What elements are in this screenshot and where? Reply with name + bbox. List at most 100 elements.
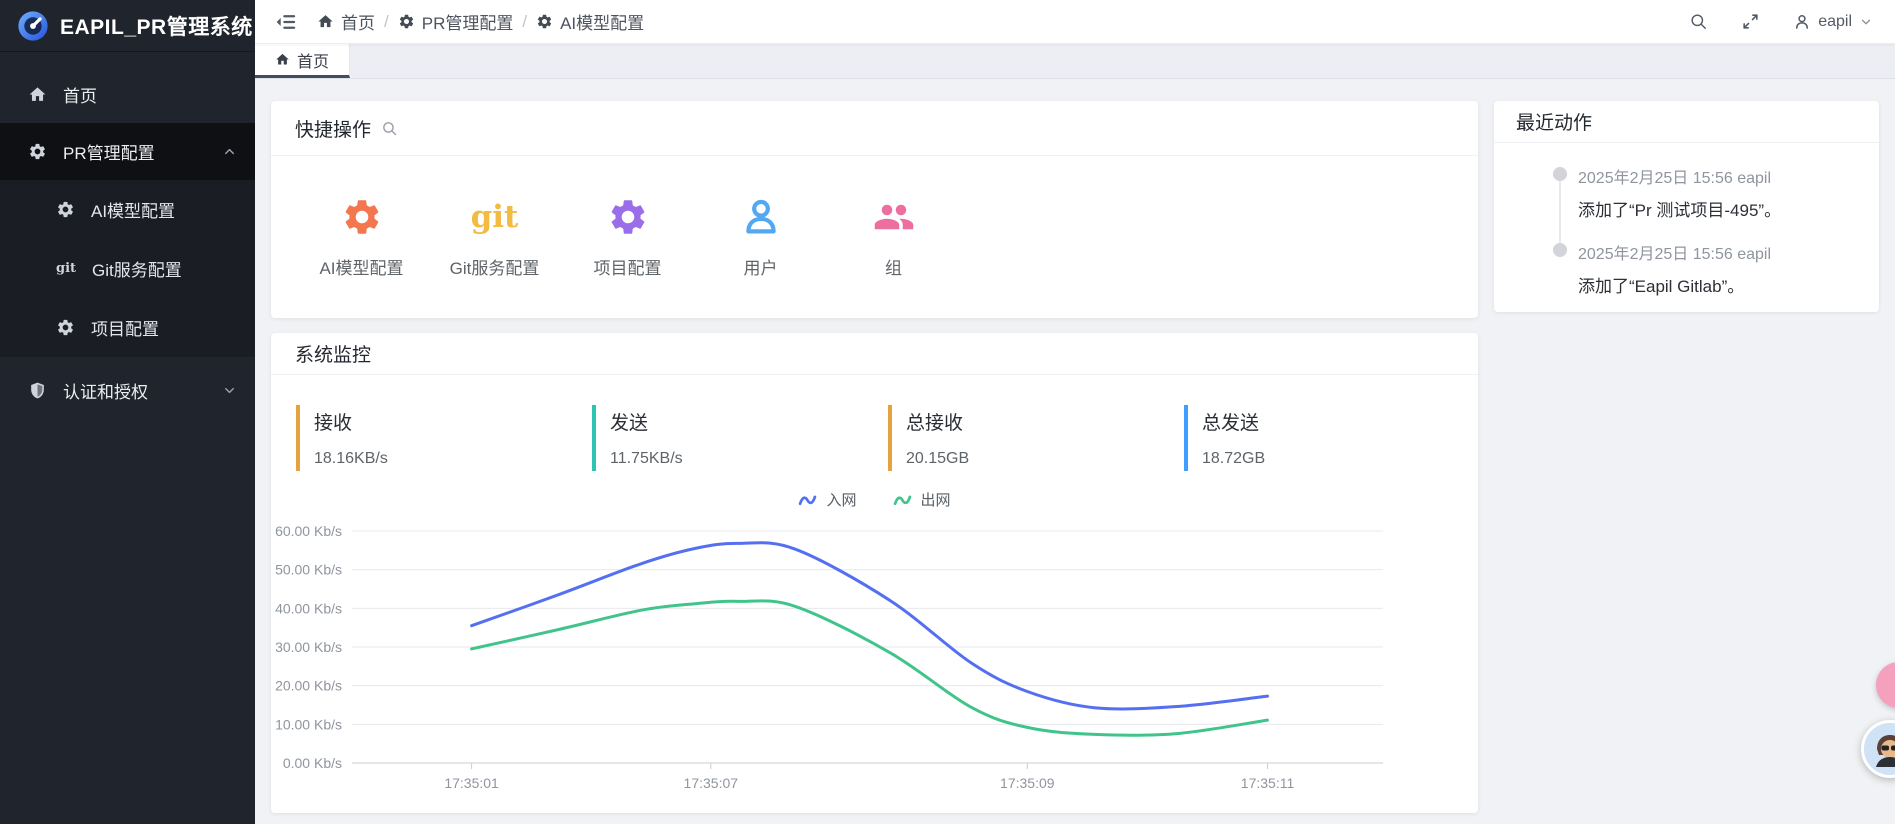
right-column: 最近动作 2025年2月25日 15:56 eapil 添加了“Pr 测试项目-… — [1494, 101, 1879, 312]
timeline-timestamp: 2025年2月25日 15:56 eapil — [1578, 240, 1879, 264]
user-name: eapil — [1818, 13, 1852, 31]
tab-home[interactable]: 首页 — [255, 44, 350, 78]
monitor-stats-row: 接收 18.16KB/s 发送 11.75KB/s 总接收 20.15GB — [271, 405, 1478, 471]
svg-text:17:35:09: 17:35:09 — [1000, 775, 1055, 791]
gear-icon — [339, 194, 385, 240]
recent-actions-timeline: 2025年2月25日 15:56 eapil 添加了“Pr 测试项目-495”。… — [1494, 143, 1879, 297]
sidebar-item-pr-config[interactable]: PR管理配置 — [0, 123, 255, 180]
sidebar-submenu-pr-config: AI模型配置 git Git服务配置 项目配置 — [0, 180, 255, 357]
sidebar-item-git-service-config[interactable]: git Git服务配置 — [0, 239, 255, 298]
quick-action-label: 用户 — [744, 254, 778, 279]
stat-label: 接收 — [314, 408, 592, 435]
chart-legend: 入网 出网 — [271, 489, 1478, 510]
gear-icon — [28, 142, 47, 161]
chevron-down-icon — [1859, 15, 1873, 29]
breadcrumb: 首页 / PR管理配置 / AI模型配置 — [317, 9, 644, 34]
legend-item-outbound[interactable]: 出网 — [893, 489, 951, 510]
svg-text:60.00 Kb/s: 60.00 Kb/s — [275, 523, 342, 539]
sidebar-item-project-config[interactable]: 项目配置 — [0, 298, 255, 357]
svg-text:17:35:01: 17:35:01 — [444, 775, 499, 791]
sidebar-item-label: 认证和授权 — [63, 378, 148, 403]
breadcrumb-separator: / — [384, 12, 389, 32]
sidebar-item-home[interactable]: 首页 — [0, 66, 255, 123]
stat-value: 20.15GB — [906, 450, 1184, 468]
sidebar-fold-icon[interactable] — [275, 10, 299, 34]
user-icon — [1793, 13, 1811, 31]
timeline-action-text: 添加了“Eapil Gitlab”。 — [1578, 272, 1879, 297]
quick-action-label: 组 — [885, 254, 902, 279]
timeline-dot-icon — [1553, 243, 1567, 257]
tabbar: 首页 — [255, 44, 1895, 79]
stat-send: 发送 11.75KB/s — [592, 405, 888, 471]
quick-action-project-config[interactable]: 项目配置 — [561, 194, 694, 279]
stat-value: 18.72GB — [1202, 450, 1480, 468]
svg-text:17:35:11: 17:35:11 — [1241, 775, 1295, 791]
stat-value: 11.75KB/s — [610, 450, 888, 468]
sidebar-item-ai-model-config[interactable]: AI模型配置 — [0, 180, 255, 239]
search-icon[interactable] — [1689, 10, 1713, 34]
system-monitor-card: 系统监控 接收 18.16KB/s 发送 11.75KB/s 总接收 — [271, 333, 1478, 813]
svg-text:10.00 Kb/s: 10.00 Kb/s — [275, 716, 342, 732]
svg-text:0.00 Kb/s: 0.00 Kb/s — [283, 755, 342, 771]
chevron-up-icon — [222, 144, 237, 159]
user-menu[interactable]: eapil — [1793, 13, 1873, 31]
home-icon — [28, 85, 47, 104]
git-logo-icon: git — [472, 194, 518, 240]
group-icon — [871, 194, 917, 240]
content: 快捷操作 AI模型配置 git Git服务配置 — [255, 79, 1895, 824]
sidebar-item-label: Git服务配置 — [92, 256, 182, 281]
legend-item-inbound[interactable]: 入网 — [798, 489, 856, 510]
quick-actions-title: 快捷操作 — [295, 115, 371, 142]
fullscreen-icon[interactable] — [1741, 10, 1765, 34]
svg-text:30.00 Kb/s: 30.00 Kb/s — [275, 639, 342, 655]
topbar: 首页 / PR管理配置 / AI模型配置 — [255, 0, 1895, 44]
quick-action-groups[interactable]: 组 — [827, 194, 960, 279]
user-icon — [738, 194, 784, 240]
quick-action-label: Git服务配置 — [450, 254, 540, 279]
home-icon — [275, 52, 290, 67]
svg-text:50.00 Kb/s: 50.00 Kb/s — [275, 562, 342, 578]
timeline-timestamp: 2025年2月25日 15:56 eapil — [1578, 164, 1879, 188]
wave-icon — [798, 493, 817, 507]
quick-action-label: 项目配置 — [594, 254, 662, 279]
breadcrumb-pr-config[interactable]: PR管理配置 — [398, 9, 514, 34]
breadcrumb-ai-model-config: AI模型配置 — [536, 9, 644, 34]
quick-action-users[interactable]: 用户 — [694, 194, 827, 279]
timeline-dot-icon — [1553, 167, 1567, 181]
stat-label: 发送 — [610, 408, 888, 435]
gear-icon — [398, 13, 415, 30]
recent-actions-header: 最近动作 — [1494, 101, 1879, 143]
sidebar-item-label: 首页 — [63, 82, 97, 107]
stat-total-send: 总发送 18.72GB — [1184, 405, 1480, 471]
timeline-entry: 2025年2月25日 15:56 eapil 添加了“Eapil Gitlab”… — [1494, 240, 1879, 297]
stat-total-receive: 总接收 20.15GB — [888, 405, 1184, 471]
breadcrumb-separator: / — [522, 12, 527, 32]
quick-action-label: AI模型配置 — [319, 254, 403, 279]
timeline-action-text: 添加了“Pr 测试项目-495”。 — [1578, 196, 1879, 221]
quick-actions-row: AI模型配置 git Git服务配置 项目配置 用户 — [271, 194, 1478, 279]
sidebar-item-label: AI模型配置 — [91, 197, 175, 222]
sidebar-item-auth[interactable]: 认证和授权 — [0, 362, 255, 419]
app-root: EAPIL_PR管理系统 首页 PR管理配置 AI模型配置 git Git服务配… — [0, 0, 1895, 824]
svg-text:17:35:07: 17:35:07 — [684, 775, 739, 791]
quick-action-git-service-config[interactable]: git Git服务配置 — [428, 194, 561, 279]
chevron-down-icon — [222, 383, 237, 398]
svg-text:20.00 Kb/s: 20.00 Kb/s — [275, 678, 342, 694]
network-traffic-chart: 0.00 Kb/s10.00 Kb/s20.00 Kb/s30.00 Kb/s4… — [271, 512, 1478, 812]
wave-icon — [893, 493, 912, 507]
avatar — [1864, 723, 1895, 775]
breadcrumb-home[interactable]: 首页 — [317, 9, 375, 34]
topbar-right: eapil — [1689, 10, 1873, 34]
system-monitor-title: 系统监控 — [295, 340, 371, 367]
recent-actions-title: 最近动作 — [1516, 108, 1592, 135]
quick-actions-header: 快捷操作 — [271, 101, 1478, 156]
tab-label: 首页 — [297, 48, 329, 72]
app-logo[interactable]: EAPIL_PR管理系统 — [0, 0, 255, 52]
quick-action-ai-model-config[interactable]: AI模型配置 — [295, 194, 428, 279]
quick-actions-card: 快捷操作 AI模型配置 git Git服务配置 — [271, 101, 1478, 318]
app-title: EAPIL_PR管理系统 — [60, 11, 253, 41]
system-monitor-header: 系统监控 — [271, 333, 1478, 375]
logo-icon — [16, 9, 50, 43]
quick-actions-search-icon[interactable] — [381, 120, 398, 137]
gear-icon — [56, 318, 75, 337]
